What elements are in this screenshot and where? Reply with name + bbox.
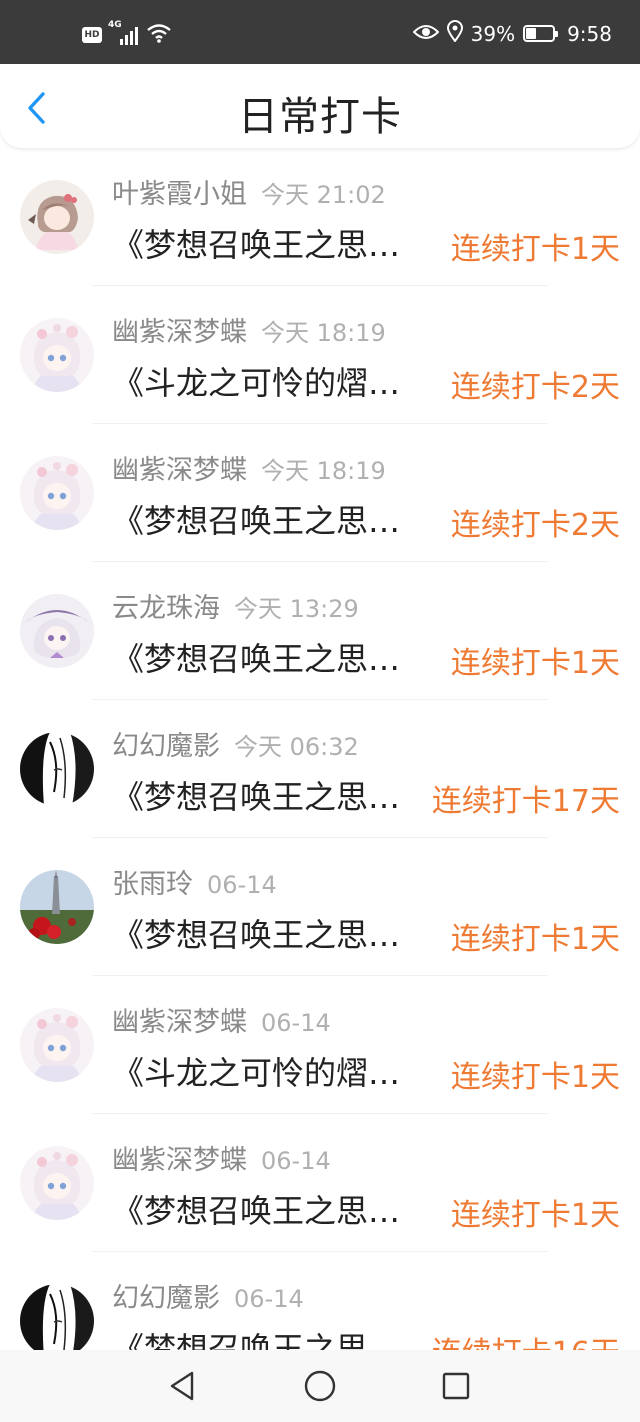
post-title[interactable]: 《梦想召唤王之思… [112,220,412,266]
streak-label: 连续打卡1天 [450,1060,620,1095]
circle-home-icon [304,1370,336,1402]
username[interactable]: 幽紫深梦蝶 [112,455,247,486]
post-time: 06-14 [234,1285,304,1313]
post-time: 今天 21:02 [261,181,386,209]
triangle-back-icon [170,1371,194,1401]
username[interactable]: 幻幻魔影 [112,731,220,762]
wifi-icon [146,22,172,48]
square-recent-icon [442,1372,470,1400]
avatar[interactable] [20,1008,94,1082]
username[interactable]: 幽紫深梦蝶 [112,1007,247,1038]
streak-label: 连续打卡1天 [450,922,620,957]
avatar[interactable] [20,1284,94,1350]
list-item[interactable]: 幽紫深梦蝶 今天 18:19 《梦想召唤王之思… 连续打卡2天 [0,424,640,562]
username[interactable]: 叶紫霞小姐 [112,179,247,210]
avatar[interactable] [20,318,94,392]
eye-icon [412,22,440,46]
avatar[interactable] [20,870,94,944]
username[interactable]: 幻幻魔影 [112,1283,220,1314]
username[interactable]: 幽紫深梦蝶 [112,317,247,348]
item-meta: 张雨玲 06-14 [112,862,277,901]
battery-percent: 39% [470,21,516,46]
username[interactable]: 幽紫深梦蝶 [112,1145,247,1176]
list-item[interactable]: 幻幻魔影 06-14 《梦想召唤王之思… 连续打卡16天 [0,1252,640,1350]
post-title[interactable]: 《梦想召唤王之思… [112,1186,412,1232]
list-item[interactable]: 幽紫深梦蝶 今天 18:19 《斗龙之可怜的熠… 连续打卡2天 [0,286,640,424]
post-time: 06-14 [261,1009,331,1037]
item-meta: 幻幻魔影 今天 06:32 [112,724,359,763]
avatar[interactable] [20,732,94,806]
avatar[interactable] [20,456,94,530]
item-meta: 幻幻魔影 06-14 [112,1276,304,1315]
item-meta: 幽紫深梦蝶 06-14 [112,1000,331,1039]
page-title: 日常打卡 [238,94,402,140]
location-icon [446,20,463,47]
post-time: 今天 13:29 [234,595,359,623]
post-time: 今天 06:32 [234,733,359,761]
post-title[interactable]: 《梦想召唤王之思… [112,634,412,680]
status-bar: HD 4G 39% 9:58 [0,0,640,64]
streak-label: 连续打卡1天 [450,646,620,681]
list-item[interactable]: 云龙珠海 今天 13:29 《梦想召唤王之思… 连续打卡1天 [0,562,640,700]
system-back-button[interactable] [164,1368,200,1404]
system-recent-button[interactable] [438,1368,474,1404]
system-home-button[interactable] [302,1368,338,1404]
item-meta: 云龙珠海 今天 13:29 [112,586,359,625]
item-meta: 叶紫霞小姐 今天 21:02 [112,172,386,211]
list-item[interactable]: 张雨玲 06-14 《梦想召唤王之思… 连续打卡1天 [0,838,640,976]
streak-label: 连续打卡2天 [450,370,620,405]
post-title[interactable]: 《梦想召唤王之思… [112,910,412,956]
avatar[interactable] [20,594,94,668]
item-meta: 幽紫深梦蝶 今天 18:19 [112,310,386,349]
checkin-list[interactable]: 叶紫霞小姐 今天 21:02 《梦想召唤王之思… 连续打卡1天 幽紫深梦蝶 今天 18:… [0,148,640,1350]
post-time: 06-14 [261,1147,331,1175]
battery-icon [523,25,559,42]
system-nav-bar [0,1350,640,1422]
post-time: 06-14 [207,871,277,899]
streak-label: 连续打卡1天 [450,232,620,267]
battery-level [526,28,537,39]
streak-label: 连续打卡17天 [431,784,620,819]
post-title[interactable]: 《梦想召唤王之思… [112,1324,412,1350]
username[interactable]: 张雨玲 [112,869,193,900]
item-meta: 幽紫深梦蝶 今天 18:19 [112,448,386,487]
item-meta: 幽紫深梦蝶 06-14 [112,1138,331,1177]
post-title[interactable]: 《斗龙之可怜的熠… [112,1048,412,1094]
list-item[interactable]: 幽紫深梦蝶 06-14 《梦想召唤王之思… 连续打卡1天 [0,1114,640,1252]
streak-label: 连续打卡2天 [450,508,620,543]
list-item[interactable]: 幻幻魔影 今天 06:32 《梦想召唤王之思… 连续打卡17天 [0,700,640,838]
post-time: 今天 18:19 [261,457,386,485]
header: 日常打卡 [0,64,640,148]
list-item[interactable]: 幽紫深梦蝶 06-14 《斗龙之可怜的熠… 连续打卡1天 [0,976,640,1114]
signal-icon: 4G [108,20,140,46]
clock: 9:58 [567,21,612,46]
post-title[interactable]: 《梦想召唤王之思… [112,496,412,542]
list-item[interactable]: 叶紫霞小姐 今天 21:02 《梦想召唤王之思… 连续打卡1天 [0,148,640,286]
hd-icon: HD [82,27,102,43]
avatar[interactable] [20,180,94,254]
post-time: 今天 18:19 [261,319,386,347]
status-left: HD 4G [82,20,172,48]
avatar[interactable] [20,1146,94,1220]
streak-label: 连续打卡1天 [450,1198,620,1233]
status-right: 39% 9:58 [412,20,612,47]
post-title[interactable]: 《梦想召唤王之思… [112,772,412,818]
username[interactable]: 云龙珠海 [112,593,220,624]
post-title[interactable]: 《斗龙之可怜的熠… [112,358,412,404]
streak-label: 连续打卡16天 [432,1328,620,1350]
